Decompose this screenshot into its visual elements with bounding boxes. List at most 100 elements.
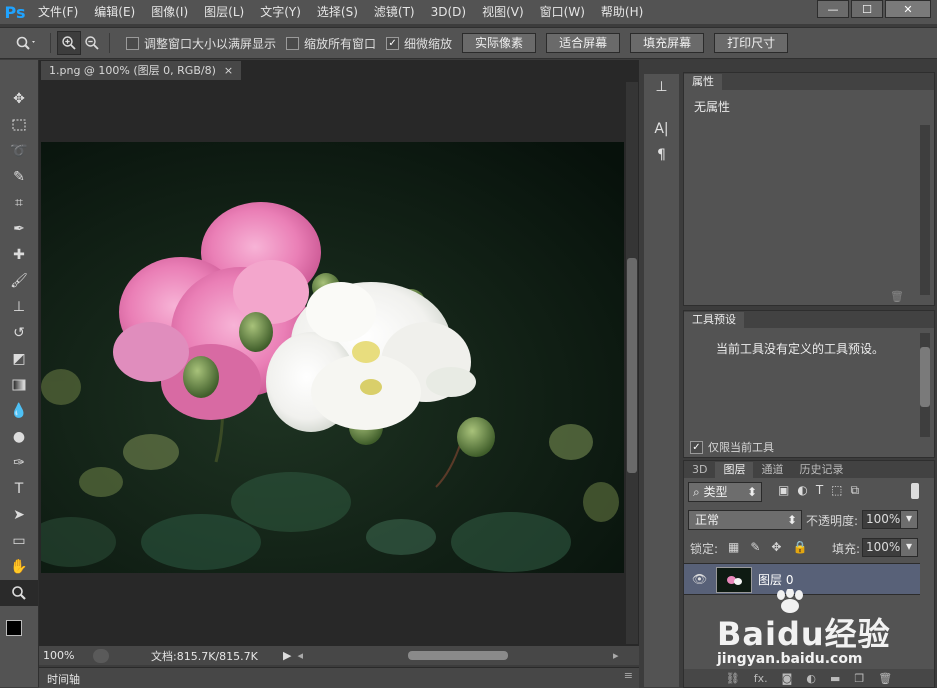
clone-stamp-tool-icon[interactable]: ⊥: [0, 294, 38, 320]
search-icon: ⌕: [693, 485, 704, 499]
crop-tool-icon[interactable]: ⌗: [0, 190, 38, 216]
close-tab-icon[interactable]: ×: [224, 61, 233, 80]
scrubby-zoom-checkbox[interactable]: ✓ 细微缩放: [386, 35, 452, 52]
clone-source-icon[interactable]: ⊥: [644, 74, 679, 100]
fit-screen-button[interactable]: 适合屏幕: [546, 33, 621, 53]
scroll-right-icon[interactable]: ▸: [613, 649, 619, 662]
actual-pixels-button[interactable]: 实际像素: [462, 33, 537, 53]
move-tool-icon[interactable]: ✥: [0, 86, 38, 112]
dodge-tool-icon[interactable]: ●: [0, 424, 38, 450]
lock-all-icon[interactable]: 🔒: [792, 540, 807, 554]
menu-edit[interactable]: 编辑(E): [86, 0, 143, 24]
current-tool-only-checkbox[interactable]: ✓ 仅限当前工具: [690, 439, 774, 455]
zoom-all-windows-checkbox[interactable]: 缩放所有窗口: [286, 35, 376, 52]
lock-image-icon[interactable]: ✎: [750, 540, 760, 554]
lock-transparent-icon[interactable]: ▦: [728, 540, 739, 554]
tool-presets-message: 当前工具没有定义的工具预设。: [716, 342, 885, 356]
print-size-button[interactable]: 打印尺寸: [714, 33, 789, 53]
scroll-left-icon[interactable]: ◂: [297, 649, 303, 662]
healing-brush-tool-icon[interactable]: ✚: [0, 242, 38, 268]
status-menu-icon[interactable]: [93, 648, 109, 663]
menu-image[interactable]: 图像(I): [143, 0, 196, 24]
fill-screen-button[interactable]: 填充屏幕: [630, 33, 705, 53]
tab-channels[interactable]: 通道: [753, 462, 791, 478]
hand-tool-icon[interactable]: ✋: [0, 554, 38, 580]
panel-menu-icon[interactable]: ≡: [624, 669, 633, 682]
pixel-filter-icon[interactable]: ▣: [778, 483, 789, 498]
opacity-dropdown-icon[interactable]: ▾: [900, 510, 918, 529]
filter-toggle[interactable]: [911, 483, 919, 499]
maximize-button[interactable]: ☐: [851, 0, 883, 18]
lasso-tool-icon[interactable]: ➰: [0, 138, 38, 164]
tab-history[interactable]: 历史记录: [791, 462, 851, 478]
foreground-color-swatch[interactable]: [6, 620, 22, 636]
checkbox-box[interactable]: [126, 36, 139, 50]
tab-layers[interactable]: 图层: [715, 462, 754, 478]
resize-windows-checkbox[interactable]: 调整窗口大小以满屏显示: [126, 35, 276, 52]
history-brush-tool-icon[interactable]: ↺: [0, 320, 38, 346]
zoom-tool-icon[interactable]: [0, 580, 38, 606]
menu-select[interactable]: 选择(S): [309, 0, 366, 24]
lock-position-icon[interactable]: ✥: [771, 540, 781, 554]
rectangle-tool-icon[interactable]: ▭: [0, 528, 38, 554]
menu-type[interactable]: 文字(Y): [252, 0, 309, 24]
path-selection-tool-icon[interactable]: ➤: [0, 502, 38, 528]
minimize-button[interactable]: —: [817, 0, 849, 18]
properties-panel: 属性 无属性 🗑: [683, 72, 935, 306]
menu-window[interactable]: 窗口(W): [532, 0, 593, 24]
horizontal-scroll-thumb[interactable]: [408, 651, 508, 660]
checkbox-box[interactable]: ✓: [690, 440, 703, 454]
menu-filter[interactable]: 滤镜(T): [366, 0, 423, 24]
opacity-input[interactable]: 100%: [862, 510, 901, 529]
shape-filter-icon[interactable]: ⬚: [831, 483, 842, 498]
gradient-tool-icon[interactable]: [0, 372, 38, 398]
zoom-out-icon[interactable]: [81, 32, 103, 54]
menu-view[interactable]: 视图(V): [474, 0, 532, 24]
pen-tool-icon[interactable]: ✑: [0, 450, 38, 476]
menu-bar: Ps 文件(F) 编辑(E) 图像(I) 图层(L) 文字(Y) 选择(S) 滤…: [0, 0, 937, 24]
watermark-brand: Baidu经验: [717, 615, 891, 653]
properties-tab[interactable]: 属性: [684, 74, 722, 90]
layer-filter-icons: ▣ ◐ T ⬚ ⧉: [778, 483, 859, 498]
type-filter-icon[interactable]: T: [816, 483, 823, 498]
vertical-scroll-thumb[interactable]: [627, 258, 637, 473]
fill-label: 填充:: [832, 542, 861, 556]
checkbox-box[interactable]: ✓: [386, 36, 400, 50]
character-panel-icon[interactable]: A|: [644, 116, 679, 142]
smart-object-filter-icon[interactable]: ⧉: [851, 483, 860, 498]
adjustment-filter-icon[interactable]: ◐: [797, 483, 807, 498]
fill-input[interactable]: 100%: [862, 538, 901, 557]
menu-help[interactable]: 帮助(H): [593, 0, 651, 24]
brush-tool-icon[interactable]: 🖌: [0, 268, 38, 294]
menu-3d[interactable]: 3D(D): [423, 0, 474, 24]
menu-file[interactable]: 文件(F): [30, 0, 86, 24]
blur-tool-icon[interactable]: 💧: [0, 398, 38, 424]
layer-filter-select[interactable]: ⌕ 类型 ⬍: [688, 482, 762, 502]
type-tool-icon[interactable]: T: [0, 476, 38, 502]
timeline-tab[interactable]: 时间轴: [47, 671, 80, 687]
tool-presets-scrollbar[interactable]: [920, 333, 930, 437]
zoom-level[interactable]: 100%: [39, 649, 93, 662]
tool-presets-tab[interactable]: 工具预设: [684, 312, 744, 328]
blend-mode-select[interactable]: 正常 ⬍: [688, 510, 802, 530]
status-arrow-icon[interactable]: ▶: [283, 649, 291, 662]
properties-scrollbar[interactable]: [920, 125, 930, 295]
eraser-tool-icon[interactable]: ◩: [0, 346, 38, 372]
checkbox-box[interactable]: [286, 36, 300, 50]
tab-3d[interactable]: 3D: [684, 462, 715, 478]
image-canvas[interactable]: [41, 142, 624, 573]
menu-layer[interactable]: 图层(L): [196, 0, 252, 24]
document-tab[interactable]: 1.png @ 100% (图层 0, RGB/8) ×: [41, 61, 242, 80]
close-button[interactable]: ✕: [885, 0, 931, 18]
paragraph-panel-icon[interactable]: ¶: [644, 142, 679, 168]
zoom-in-icon[interactable]: [57, 31, 81, 55]
quick-selection-tool-icon[interactable]: ✎: [0, 164, 38, 190]
zoom-tool-preset-icon[interactable]: [8, 32, 44, 54]
visibility-eye-icon[interactable]: 👁: [692, 572, 707, 586]
marquee-tool-icon[interactable]: [0, 112, 38, 138]
fill-dropdown-icon[interactable]: ▾: [900, 538, 918, 557]
lock-label: 锁定:: [690, 542, 719, 556]
trash-icon[interactable]: 🗑: [890, 290, 904, 303]
watermark-url: jingyan.baidu.com: [717, 651, 863, 667]
eyedropper-tool-icon[interactable]: ✒: [0, 216, 38, 242]
